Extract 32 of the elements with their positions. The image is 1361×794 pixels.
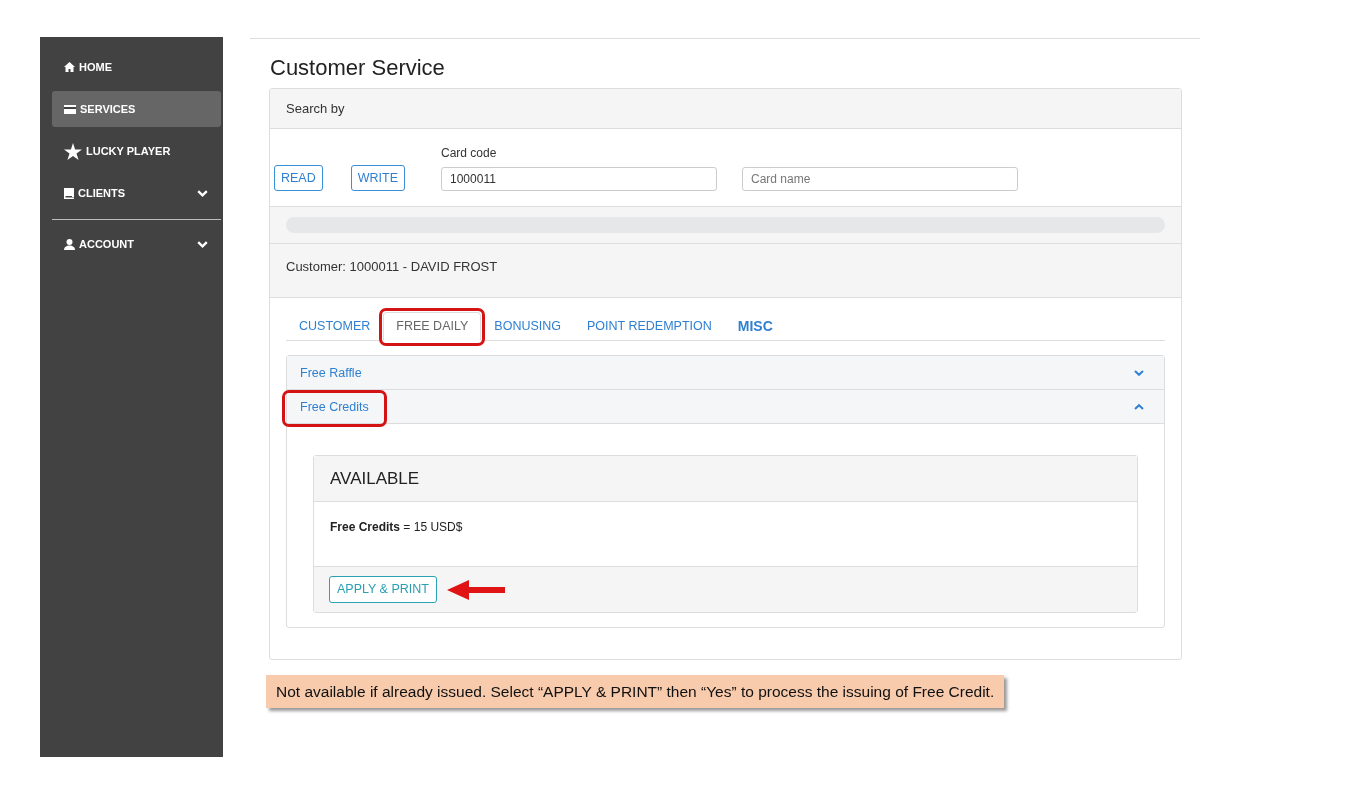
read-button[interactable]: READ: [274, 165, 323, 191]
tab[interactable]: FREE DAILY: [383, 312, 482, 341]
chevron-up-icon: [1134, 403, 1144, 410]
sidebar-item[interactable]: LUCKY PLAYER: [52, 133, 221, 169]
sidebar-item[interactable]: CLIENTS: [52, 175, 221, 211]
accordion-header[interactable]: Free Raffle: [287, 356, 1164, 390]
user-icon: [64, 238, 75, 250]
chevron-down-icon: [197, 240, 208, 248]
chevron-down-icon: [197, 189, 208, 197]
book-icon: [64, 187, 74, 199]
write-button[interactable]: WRITE: [350, 165, 405, 191]
apply-print-button[interactable]: APPLY & PRINT: [329, 576, 437, 603]
section-header: Search by: [270, 89, 1181, 129]
credits-text: Free Credits = 15 USD$: [330, 520, 463, 534]
sidebar-item[interactable]: SERVICES: [52, 91, 221, 127]
sidebar-item[interactable]: ACCOUNT: [52, 226, 221, 262]
card-name-field[interactable]: Card name: [742, 167, 1018, 191]
star-icon: [64, 142, 82, 160]
sidebar-item[interactable]: HOME: [52, 49, 221, 85]
chevron-down-icon: [1134, 369, 1144, 376]
home-icon: [64, 62, 75, 72]
customer-header: Customer: 1000011 - DAVID FROST: [270, 244, 1181, 298]
card-title: AVAILABLE: [314, 456, 1137, 502]
card-code-field[interactable]: 1000011: [441, 167, 717, 191]
field-label: Card code: [441, 145, 498, 162]
tab[interactable]: BONUSING: [481, 312, 574, 341]
card-icon: [64, 104, 76, 114]
instruction-note: Not available if already issued. Select “APPLY & PRINT” then “Yes” to process the issuing of Free Credit.: [266, 675, 1005, 709]
tab[interactable]: MISC: [724, 312, 786, 341]
tab[interactable]: POINT REDEMPTION: [574, 312, 725, 341]
tab[interactable]: CUSTOMER: [286, 312, 384, 341]
page-title: Customer Service: [270, 55, 446, 81]
